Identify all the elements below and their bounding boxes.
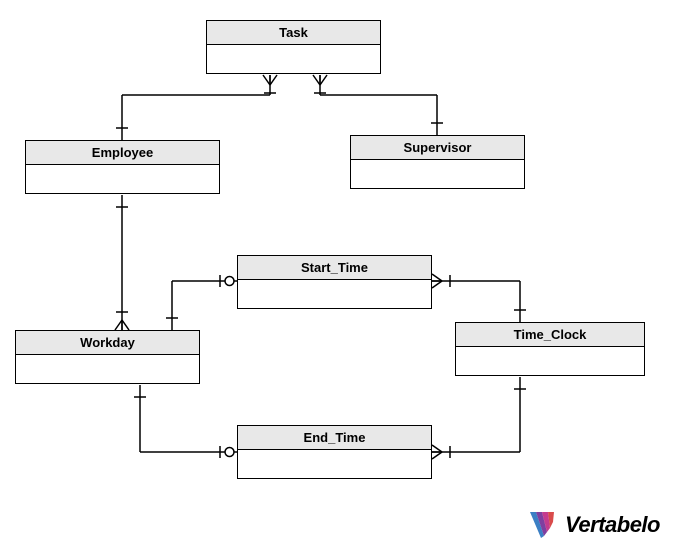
entity-employee[interactable]: Employee [25,140,220,194]
entity-body [456,347,644,375]
entity-body [26,165,219,193]
entity-body [207,45,380,73]
entity-title: Start_Time [238,256,431,280]
entity-title: End_Time [238,426,431,450]
entity-title: Time_Clock [456,323,644,347]
entity-title: Task [207,21,380,45]
entity-body [351,160,524,188]
entity-task[interactable]: Task [206,20,381,74]
entity-end-time[interactable]: End_Time [237,425,432,479]
vertabelo-mark-icon [529,510,559,540]
vendor-name: Vertabelo [565,512,660,538]
vendor-logo: Vertabelo [529,510,660,540]
entity-body [238,280,431,308]
er-diagram-canvas: Task Employee Supervisor Start_Time Work… [0,0,674,550]
entity-time-clock[interactable]: Time_Clock [455,322,645,376]
entity-supervisor[interactable]: Supervisor [350,135,525,189]
entity-workday[interactable]: Workday [15,330,200,384]
entity-title: Supervisor [351,136,524,160]
entity-body [16,355,199,383]
entity-title: Workday [16,331,199,355]
entity-start-time[interactable]: Start_Time [237,255,432,309]
entity-body [238,450,431,478]
entity-title: Employee [26,141,219,165]
